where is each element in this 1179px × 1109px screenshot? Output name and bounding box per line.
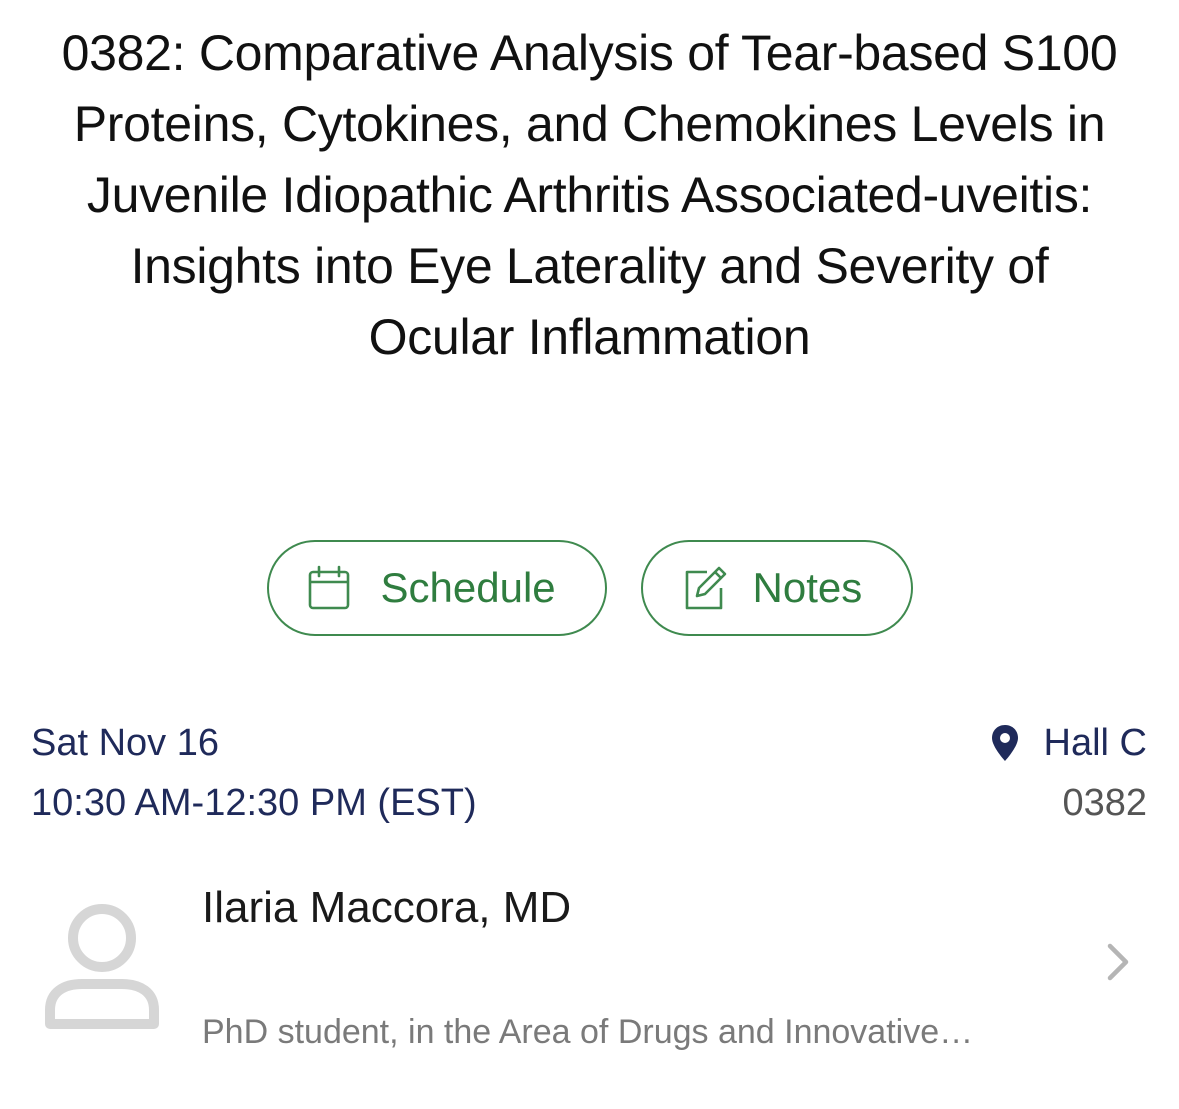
session-title: 0382: Comparative Analysis of Tear-based… bbox=[61, 25, 1118, 365]
speaker-description: PhD student, in the Area of Drugs and In… bbox=[202, 1013, 974, 1051]
session-datetime: Sat Nov 16 10:30 AM-12:30 PM (EST) bbox=[31, 713, 477, 833]
location-pin-icon bbox=[990, 723, 1020, 763]
speaker-name: Ilaria Maccora, MD bbox=[202, 883, 572, 932]
chevron-right-icon bbox=[1102, 940, 1132, 984]
session-time: 10:30 AM-12:30 PM (EST) bbox=[31, 782, 477, 824]
edit-note-icon bbox=[681, 564, 729, 612]
calendar-icon bbox=[305, 564, 353, 612]
action-buttons: Schedule Notes bbox=[0, 540, 1179, 636]
schedule-button-label: Schedule bbox=[380, 564, 556, 611]
notes-button-label: Notes bbox=[752, 564, 863, 611]
location-name: Hall C bbox=[1043, 722, 1147, 764]
session-location: Hall C 0382 bbox=[990, 713, 1147, 833]
session-code: 0382 bbox=[1062, 782, 1147, 824]
person-placeholder-icon bbox=[42, 900, 162, 1030]
session-date: Sat Nov 16 bbox=[31, 722, 219, 764]
notes-button[interactable]: Notes bbox=[640, 540, 913, 636]
location-row[interactable]: Hall C bbox=[990, 713, 1147, 773]
speaker-row[interactable]: Ilaria Maccora, MD PhD student, in the A… bbox=[0, 870, 1179, 1070]
schedule-button[interactable]: Schedule bbox=[266, 540, 607, 636]
